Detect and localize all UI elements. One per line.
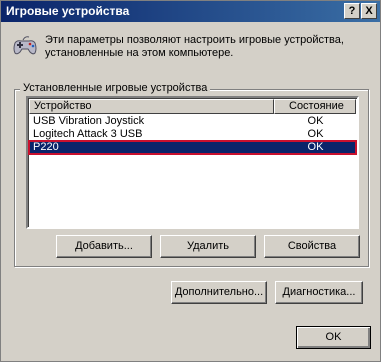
list-header: Устройство Состояние [29, 99, 356, 114]
column-header-status[interactable]: Состояние [274, 99, 356, 114]
device-row-usb-vibration-joystick[interactable]: USB Vibration Joystick OK [29, 115, 356, 128]
device-row-p220[interactable]: P220 OK [28, 140, 357, 155]
help-button[interactable]: ? [344, 3, 360, 19]
properties-button[interactable]: Свойства [264, 235, 360, 258]
ok-button[interactable]: OK [296, 326, 371, 349]
advanced-button[interactable]: Дополнительно... [171, 281, 267, 304]
add-button[interactable]: Добавить... [56, 235, 152, 258]
device-row-logitech-attack-3[interactable]: Logitech Attack 3 USB OK [29, 128, 356, 141]
title-bar[interactable]: Игровые устройства ? X [1, 1, 380, 22]
devices-list[interactable]: Устройство Состояние USB Vibration Joyst… [26, 96, 359, 229]
device-status: OK [307, 115, 324, 127]
device-status: OK [307, 128, 324, 140]
device-name: P220 [33, 141, 59, 153]
close-button[interactable]: X [361, 3, 377, 19]
remove-button[interactable]: Удалить [160, 235, 256, 258]
column-header-device[interactable]: Устройство [29, 99, 274, 114]
group-label: Установленные игровые устройства [20, 82, 211, 94]
game-controllers-dialog: Игровые устройства ? X Эти параметры поз… [0, 0, 381, 362]
intro-text: Эти параметры позволяют настроить игровы… [45, 34, 344, 59]
diagnostics-button[interactable]: Диагностика... [275, 281, 363, 304]
window-title: Игровые устройства [6, 4, 130, 18]
gamepad-icon [13, 36, 37, 55]
device-name: USB Vibration Joystick [33, 115, 145, 127]
device-name: Logitech Attack 3 USB [33, 128, 143, 140]
device-status: OK [307, 141, 324, 153]
